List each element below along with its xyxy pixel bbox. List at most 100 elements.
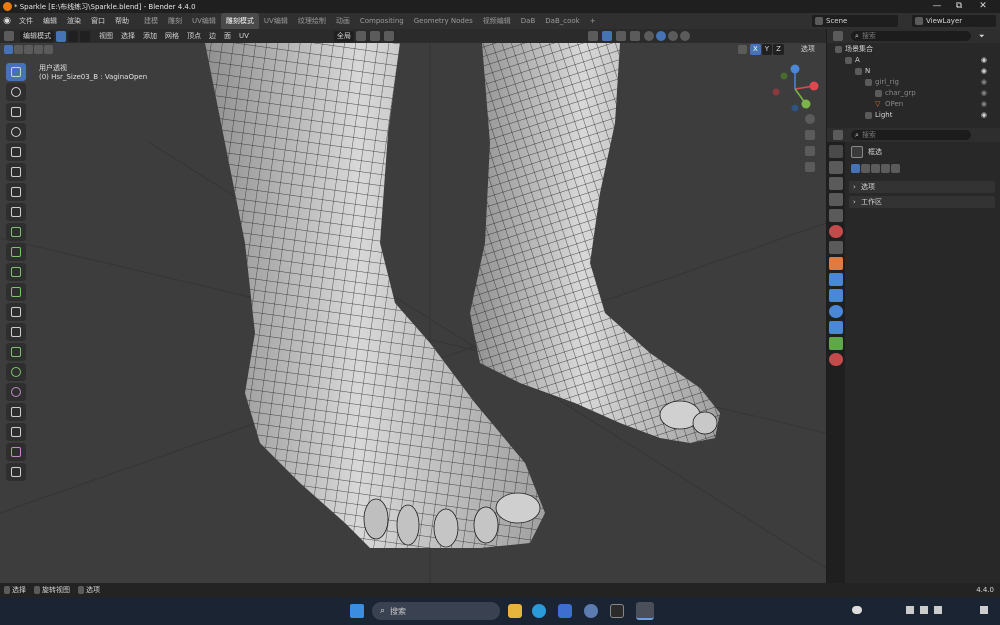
eye-icon[interactable]: ◉ xyxy=(981,88,987,99)
cursor-tool[interactable] xyxy=(6,83,26,101)
tab-modeling[interactable]: 建模 xyxy=(139,13,163,29)
scene-tab-icon[interactable] xyxy=(829,209,843,222)
tray-volume-icon[interactable] xyxy=(920,606,928,614)
outliner-row[interactable]: Light ◉ xyxy=(835,110,995,121)
outliner-row[interactable]: N ◉ xyxy=(835,66,995,77)
mode-selector[interactable]: 编辑模式 xyxy=(20,30,54,42)
view-layer-tab-icon[interactable] xyxy=(829,193,843,206)
world-tab-icon[interactable] xyxy=(829,225,843,238)
tab-uv-editing[interactable]: UV编辑 xyxy=(259,13,293,29)
close-button[interactable]: ✕ xyxy=(976,1,990,12)
mode-subtract-icon[interactable] xyxy=(871,164,880,173)
tray-notification-icon[interactable] xyxy=(980,606,988,614)
extrude-tool[interactable] xyxy=(6,243,26,261)
material-tab-icon[interactable] xyxy=(829,353,843,366)
zoom-icon[interactable] xyxy=(805,114,815,124)
pivot-icon[interactable] xyxy=(355,31,366,41)
menu-file[interactable]: 文件 xyxy=(14,13,38,29)
add-cube-tool[interactable] xyxy=(6,223,26,241)
minimize-button[interactable]: — xyxy=(930,1,944,12)
workspace-panel[interactable]: › 工作区 xyxy=(849,196,995,208)
blender-menu-icon[interactable]: ◉ xyxy=(0,16,14,26)
transform-orientation-selector[interactable]: 全局 xyxy=(333,30,354,42)
store-icon[interactable] xyxy=(558,604,572,618)
tab-animation[interactable]: 动画 xyxy=(331,13,355,29)
physics-tab-icon[interactable] xyxy=(829,305,843,318)
menu-uv[interactable]: UV xyxy=(236,31,252,42)
navigation-gizmo[interactable] xyxy=(770,64,820,114)
tool-tab-icon[interactable] xyxy=(829,145,843,158)
outliner-row[interactable]: ▽ OPen ◉ xyxy=(835,99,995,110)
shading-wireframe-icon[interactable] xyxy=(643,31,654,41)
gizmo-neg-y-icon[interactable] xyxy=(780,72,788,80)
menu-select[interactable]: 选择 xyxy=(118,31,138,42)
menu-vertex[interactable]: 顶点 xyxy=(184,31,204,42)
tray-battery-icon[interactable] xyxy=(934,606,942,614)
vertex-select-button[interactable] xyxy=(56,30,66,42)
filter-icon[interactable]: ⏷ xyxy=(979,32,985,41)
menu-add[interactable]: 添加 xyxy=(140,31,160,42)
gizmo-toggle-icon[interactable] xyxy=(601,31,612,41)
menu-face[interactable]: 面 xyxy=(221,31,234,42)
eye-icon[interactable]: ◉ xyxy=(981,66,987,77)
edge-select-button[interactable] xyxy=(68,30,78,42)
edge-slide-tool[interactable] xyxy=(6,403,26,421)
smooth-tool[interactable] xyxy=(6,383,26,401)
start-icon[interactable] xyxy=(350,604,364,618)
tray-cloud-icon[interactable] xyxy=(852,606,862,614)
outliner-search[interactable]: ⌕ 搜索 xyxy=(851,31,971,41)
menu-view[interactable]: 视图 xyxy=(96,31,116,42)
tab-video-editing[interactable]: 视频编辑 xyxy=(478,13,516,29)
tab-dab[interactable]: DaB xyxy=(516,13,540,29)
select-subtract-icon[interactable] xyxy=(24,44,33,54)
rotate-tool[interactable] xyxy=(6,123,26,141)
overlay-toggle-icon[interactable] xyxy=(615,31,626,41)
data-tab-icon[interactable] xyxy=(829,337,843,350)
terminal-icon[interactable] xyxy=(610,604,624,618)
spin-tool[interactable] xyxy=(6,363,26,381)
axis-y-toggle[interactable]: Y xyxy=(761,44,773,55)
shading-material-icon[interactable] xyxy=(667,31,678,41)
face-select-button[interactable] xyxy=(80,30,90,42)
move-tool[interactable] xyxy=(6,103,26,121)
tab-compositing[interactable]: Compositing xyxy=(355,13,409,29)
menu-window[interactable]: 窗口 xyxy=(86,13,110,29)
loop-cut-tool[interactable] xyxy=(6,303,26,321)
axis-z-toggle[interactable]: Z xyxy=(773,44,784,55)
xray-toggle-icon[interactable] xyxy=(629,31,640,41)
axis-x-toggle[interactable]: X xyxy=(750,44,761,55)
measure-tool[interactable] xyxy=(6,203,26,221)
tab-dab-cook[interactable]: DaB_cook xyxy=(540,13,584,29)
tab-texture-paint[interactable]: 纹理绘制 xyxy=(293,13,331,29)
constraints-tab-icon[interactable] xyxy=(829,321,843,334)
shading-rendered-icon[interactable] xyxy=(679,31,690,41)
grid-view-icon[interactable] xyxy=(805,162,815,172)
tab-edit-mode[interactable]: UV编辑 xyxy=(187,13,221,29)
select-intersect-icon[interactable] xyxy=(44,44,53,54)
inset-tool[interactable] xyxy=(6,263,26,281)
gizmo-neg-z-icon[interactable] xyxy=(791,104,799,112)
file-explorer-icon[interactable] xyxy=(508,604,522,618)
3d-viewport[interactable]: 用户透视 (0) Hsr_Size03_B : VaginaOpen xyxy=(0,43,826,583)
knife-tool[interactable] xyxy=(6,323,26,341)
mode-invert-icon[interactable] xyxy=(881,164,890,173)
tab-sculpt[interactable]: 雕刻 xyxy=(163,13,187,29)
select-invert-icon[interactable] xyxy=(34,44,43,54)
properties-search[interactable]: ⌕ 搜索 xyxy=(851,130,971,140)
eye-icon[interactable]: ◉ xyxy=(981,110,987,121)
shading-solid-icon[interactable] xyxy=(655,31,666,41)
particles-tab-icon[interactable] xyxy=(829,289,843,302)
transform-tool[interactable] xyxy=(6,163,26,181)
properties-editor-icon[interactable] xyxy=(833,130,843,140)
add-workspace-button[interactable]: + xyxy=(585,13,601,29)
outliner-row[interactable]: 场景集合 xyxy=(835,44,995,55)
tab-sculpt-mode[interactable]: 雕刻模式 xyxy=(220,13,259,29)
annotate-tool[interactable] xyxy=(6,183,26,201)
outliner-editor-icon[interactable] xyxy=(833,31,843,41)
object-tab-icon[interactable] xyxy=(829,257,843,270)
outliner-row[interactable]: char_grp ◉ xyxy=(835,88,995,99)
bevel-tool[interactable] xyxy=(6,283,26,301)
tray-network-icon[interactable] xyxy=(906,606,914,614)
camera-icon[interactable] xyxy=(805,146,815,156)
eye-icon[interactable]: ◉ xyxy=(981,55,987,66)
